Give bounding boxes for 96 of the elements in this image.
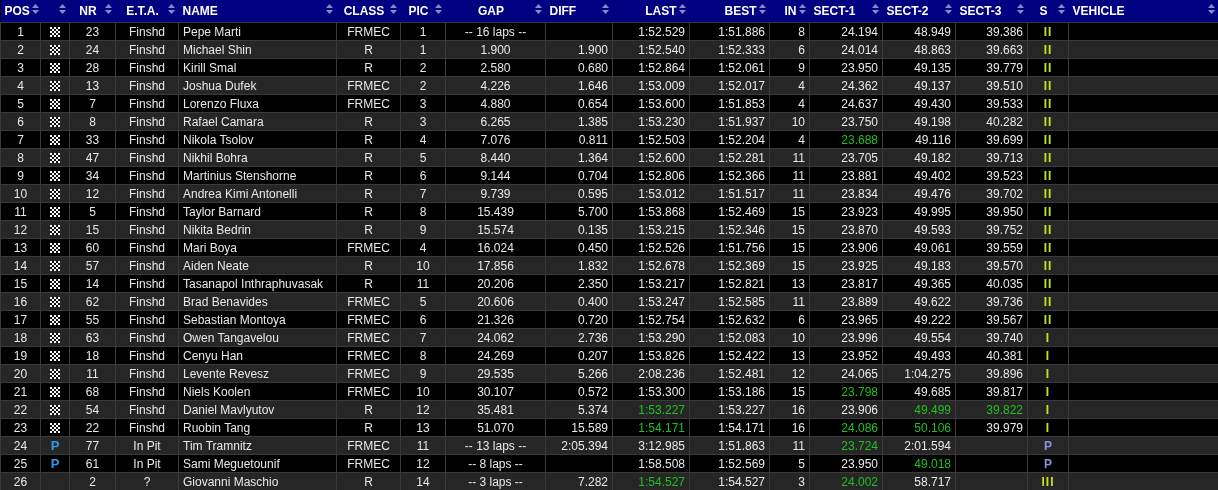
sector-status: II [1043,312,1053,327]
sector-status: II [1043,276,1053,291]
sector-status: II [1043,186,1053,201]
sector-status: III [1041,474,1055,489]
table-cell: 8 [769,22,810,41]
sort-icon[interactable] [58,4,66,14]
sector-status: II [1043,258,1053,273]
sector-status: II [1043,150,1053,165]
table-cell: 24.194 [809,22,883,41]
sort-icon[interactable] [534,4,542,14]
sector-status: II [1043,60,1053,75]
checkered-flag-icon [50,117,60,128]
sector-status: P [1044,456,1052,471]
table-cell: 48.949 [882,22,956,41]
checkered-flag-icon [50,333,60,344]
checkered-flag-icon [50,315,60,326]
table-cell: 23 [69,22,116,41]
checkered-flag-icon [50,351,60,362]
sort-icon[interactable] [167,4,175,14]
sector-status: I [1045,348,1051,363]
checkered-flag-icon [50,189,60,200]
checkered-flag-icon [50,369,60,380]
sector-status: P [1044,438,1052,453]
sector-status: II [1043,222,1053,237]
column-header[interactable]: SECT-1 [809,0,883,23]
sector-status: II [1043,24,1053,39]
sector-status: I [1045,330,1051,345]
sector-status: I [1045,420,1051,435]
checkered-flag-icon [50,387,60,398]
column-header[interactable]: IN [769,0,810,23]
sort-icon[interactable] [678,4,686,14]
column-header[interactable]: PIC [400,0,446,23]
column-header[interactable]: E.T.A. [115,0,179,23]
sort-icon[interactable] [325,4,333,14]
sector-status: II [1043,204,1053,219]
column-header[interactable]: SECT-2 [882,0,956,23]
checkered-flag-icon [50,99,60,110]
sector-status: II [1043,294,1053,309]
checkered-flag-icon [50,423,60,434]
column-header[interactable]: NAME [178,0,337,23]
sector-status: II [1043,96,1053,111]
column-header[interactable]: DIFF [545,0,613,23]
sector-status: II [1043,168,1053,183]
sort-icon[interactable] [389,4,397,14]
sort-icon[interactable] [104,4,112,14]
column-header[interactable]: POS [0,0,41,23]
pit-indicator: P [50,437,60,453]
sector-status: II [1043,114,1053,129]
sector-status: I [1045,402,1051,417]
sector-status: I [1045,366,1051,381]
checkered-flag-icon [50,405,60,416]
column-header[interactable]: S [1027,0,1069,23]
table-cell: 1 [400,22,446,41]
sort-icon[interactable] [798,4,806,14]
checkered-flag-icon [50,81,60,92]
column-header[interactable]: CLASS [336,0,401,23]
table-cell: Pepe Marti [178,22,337,41]
table-cell: Finshd [115,22,179,41]
pit-indicator: P [50,455,60,471]
checkered-flag-icon [50,243,60,254]
checkered-flag-icon [50,207,60,218]
table-cell: FRMEC [336,22,401,41]
sort-icon[interactable] [601,4,609,14]
sort-icon[interactable] [434,4,442,14]
sort-icon[interactable] [758,4,766,14]
column-header[interactable]: LAST [612,0,690,23]
sector-status: II [1043,78,1053,93]
sector-status: I [1045,384,1051,399]
sort-icon[interactable] [871,4,879,14]
checkered-flag-icon [50,27,60,38]
checkered-flag-icon [50,153,60,164]
table-cell: 39.386 [955,22,1028,41]
column-header[interactable]: NR [69,0,116,23]
checkered-flag-icon [50,279,60,290]
checkered-flag-icon [50,297,60,308]
checkered-flag-icon [50,45,60,56]
sort-icon[interactable] [1057,4,1065,14]
checkered-flag-icon [50,63,60,74]
sector-status: II [1043,132,1053,147]
checkered-flag-icon [50,261,60,272]
checkered-flag-icon [50,135,60,146]
checkered-flag-icon [50,225,60,236]
sort-icon[interactable] [1207,4,1215,14]
sector-status: II [1043,240,1053,255]
table-cell: 1:52.529 [612,22,690,41]
table-cell: 1 [0,22,41,41]
sector-status: II [1043,42,1053,57]
sort-icon[interactable] [944,4,952,14]
column-header[interactable]: GAP [445,0,546,23]
column-header[interactable]: BEST [689,0,770,23]
table-cell: 1:51.886 [689,22,770,41]
column-header[interactable]: SECT-3 [955,0,1028,23]
checkered-flag-icon [50,171,60,182]
sort-icon[interactable] [1016,4,1024,14]
column-header[interactable]: VEHICLE [1068,0,1218,23]
table-cell: -- 16 laps -- [445,22,546,41]
